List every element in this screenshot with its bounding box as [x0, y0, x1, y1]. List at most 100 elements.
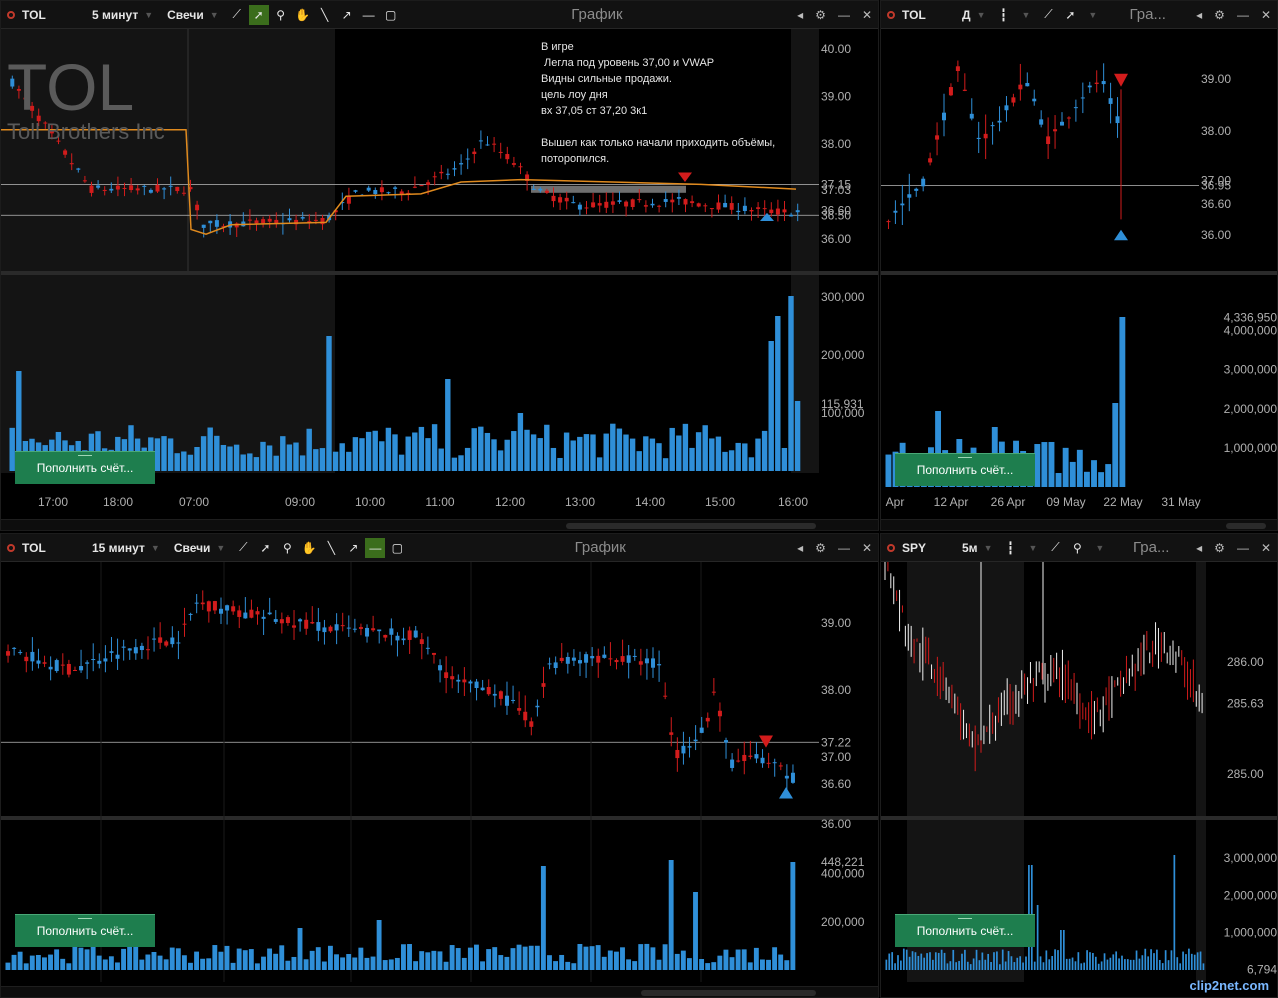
- link-color-icon[interactable]: [7, 10, 15, 19]
- hand-tool-icon[interactable]: ✋: [293, 5, 313, 25]
- horizontal-line-tool-icon[interactable]: —: [359, 5, 379, 25]
- candle-body: [60, 664, 65, 666]
- indicators-icon[interactable]: ⟋: [227, 5, 247, 25]
- close-icon[interactable]: ✕: [862, 541, 872, 555]
- volume-bar: [583, 946, 589, 970]
- close-icon[interactable]: ✕: [1261, 541, 1271, 555]
- indicators-icon[interactable]: ⟋: [1038, 5, 1058, 25]
- gear-icon[interactable]: ⚙: [815, 8, 826, 22]
- scrollbar-thumb[interactable]: [1226, 523, 1266, 529]
- chart-pane-tol-5min[interactable]: TOL 5 минут ▼ Свечи ▼ ⟋ ➚ ⚲ ✋ ╲ ↗ — ▢ Граф…: [0, 0, 879, 531]
- pointer-tool-icon[interactable]: ➚: [1060, 5, 1080, 25]
- chevron-down-icon[interactable]: ▼: [1028, 543, 1037, 553]
- chevron-down-icon[interactable]: ▼: [984, 543, 993, 553]
- symbol-field[interactable]: TOL: [22, 541, 92, 555]
- candle-body: [121, 646, 126, 648]
- scrollbar-thumb[interactable]: [566, 523, 816, 529]
- chevron-down-icon[interactable]: ▼: [144, 10, 153, 20]
- rectangle-tool-icon[interactable]: ▢: [381, 5, 401, 25]
- nav-left-icon[interactable]: ◂: [1196, 541, 1202, 555]
- gear-icon[interactable]: ⚙: [1214, 541, 1225, 555]
- candle-body: [6, 651, 11, 656]
- chevron-down-icon[interactable]: ▼: [1088, 10, 1097, 20]
- volume-bar: [1121, 955, 1123, 970]
- link-color-icon[interactable]: [887, 543, 895, 552]
- arrow-tool-icon[interactable]: ↗: [337, 5, 357, 25]
- candle-style-icon[interactable]: ┇: [993, 5, 1013, 25]
- candle-body: [103, 658, 108, 662]
- volume-bar: [207, 427, 213, 471]
- zoom-tool-icon[interactable]: ⚲: [271, 5, 291, 25]
- time-scrollbar[interactable]: [1, 519, 878, 530]
- time-scrollbar[interactable]: [881, 519, 1277, 530]
- line-tool-icon[interactable]: ╲: [321, 538, 341, 558]
- chevron-down-icon[interactable]: ▼: [210, 10, 219, 20]
- volume-bar: [1173, 855, 1176, 970]
- price-volume-chart[interactable]: 39.0038.0036.9537.0036.6036.004,336,9504…: [881, 29, 1278, 520]
- chevron-down-icon[interactable]: ▼: [1021, 10, 1030, 20]
- top-up-account-button[interactable]: Пополнить счёт...: [15, 914, 155, 947]
- close-icon[interactable]: ✕: [1261, 8, 1271, 22]
- zoom-tool-icon[interactable]: ⚲: [1067, 538, 1087, 558]
- volume-axis-label: 4,000,000: [1224, 324, 1278, 338]
- nav-left-icon[interactable]: ◂: [797, 541, 803, 555]
- minimize-icon[interactable]: —: [838, 541, 850, 555]
- close-icon[interactable]: ✕: [862, 8, 872, 22]
- zoom-tool-icon[interactable]: ⚲: [277, 538, 297, 558]
- chevron-down-icon[interactable]: ▼: [216, 543, 225, 553]
- chart-style-select[interactable]: Свечи: [174, 541, 211, 555]
- interval-select[interactable]: 5 минут: [92, 8, 138, 22]
- nav-left-icon[interactable]: ◂: [1196, 8, 1202, 22]
- chevron-down-icon[interactable]: ▼: [1095, 543, 1104, 553]
- symbol-field[interactable]: TOL: [902, 8, 962, 22]
- candle-body: [419, 185, 424, 187]
- chevron-down-icon[interactable]: ▼: [151, 543, 160, 553]
- volume-bar: [583, 434, 590, 471]
- indicators-icon[interactable]: ⟋: [1045, 538, 1065, 558]
- horizontal-line-tool-icon[interactable]: —: [365, 537, 386, 558]
- chart-style-select[interactable]: Свечи: [167, 8, 204, 22]
- chart-pane-spy-5m[interactable]: SPY 5м ▼ ┇ ▼ ⟋ ⚲ ▼ Гра... ◂ ⚙ — ✕ 286.00 285…: [880, 533, 1278, 998]
- top-up-account-button[interactable]: Пополнить счёт...: [895, 914, 1035, 947]
- top-up-account-button[interactable]: Пополнить счёт...: [895, 453, 1035, 486]
- gear-icon[interactable]: ⚙: [1214, 8, 1225, 22]
- candle-body: [948, 87, 953, 96]
- gear-icon[interactable]: ⚙: [815, 541, 826, 555]
- line-tool-icon[interactable]: ╲: [315, 5, 335, 25]
- chevron-down-icon[interactable]: ▼: [977, 10, 986, 20]
- chart-pane-tol-daily[interactable]: TOL Д ▼ ┇ ▼ ⟋ ➚ ▼ Гра... ◂ ⚙ — ✕ 39.00 38.00…: [880, 0, 1278, 531]
- volume-bar: [253, 457, 260, 471]
- volume-bar: [1083, 471, 1090, 487]
- scrollbar-thumb[interactable]: [641, 990, 816, 996]
- symbol-field[interactable]: SPY: [902, 541, 962, 555]
- volume-bar: [996, 951, 998, 970]
- hand-tool-icon[interactable]: ✋: [299, 538, 319, 558]
- link-color-icon[interactable]: [887, 10, 895, 19]
- symbol-field[interactable]: TOL: [22, 8, 92, 22]
- interval-select[interactable]: 5м: [962, 541, 978, 555]
- interval-select[interactable]: Д: [962, 8, 971, 22]
- minimize-icon[interactable]: —: [1237, 541, 1249, 555]
- bar-style-icon[interactable]: ┇: [1000, 538, 1020, 558]
- candle-body: [48, 666, 53, 670]
- indicators-icon[interactable]: ⟋: [233, 538, 253, 558]
- top-up-account-button[interactable]: Пополнить счёт...: [15, 451, 155, 484]
- interval-select[interactable]: 15 минут: [92, 541, 145, 555]
- time-scrollbar[interactable]: [1, 986, 878, 997]
- candle-body: [231, 606, 236, 612]
- link-color-icon[interactable]: [7, 543, 15, 552]
- minimize-icon[interactable]: —: [1237, 8, 1249, 22]
- arrow-tool-icon[interactable]: ↗: [343, 538, 363, 558]
- candle-body: [544, 190, 549, 193]
- candle-body: [596, 655, 601, 663]
- candle-body: [145, 649, 150, 651]
- pointer-tool-icon[interactable]: ➚: [248, 4, 269, 25]
- volume-bar: [790, 862, 796, 970]
- volume-bar: [175, 948, 181, 970]
- volume-bar: [1034, 444, 1041, 487]
- minimize-icon[interactable]: —: [838, 8, 850, 22]
- nav-left-icon[interactable]: ◂: [797, 8, 803, 22]
- pointer-tool-icon[interactable]: ➚: [255, 538, 275, 558]
- rectangle-tool-icon[interactable]: ▢: [387, 538, 407, 558]
- chart-pane-tol-15min[interactable]: TOL 15 минут ▼ Свечи ▼ ⟋ ➚ ⚲ ✋ ╲ ↗ — ▢ Гра…: [0, 533, 879, 998]
